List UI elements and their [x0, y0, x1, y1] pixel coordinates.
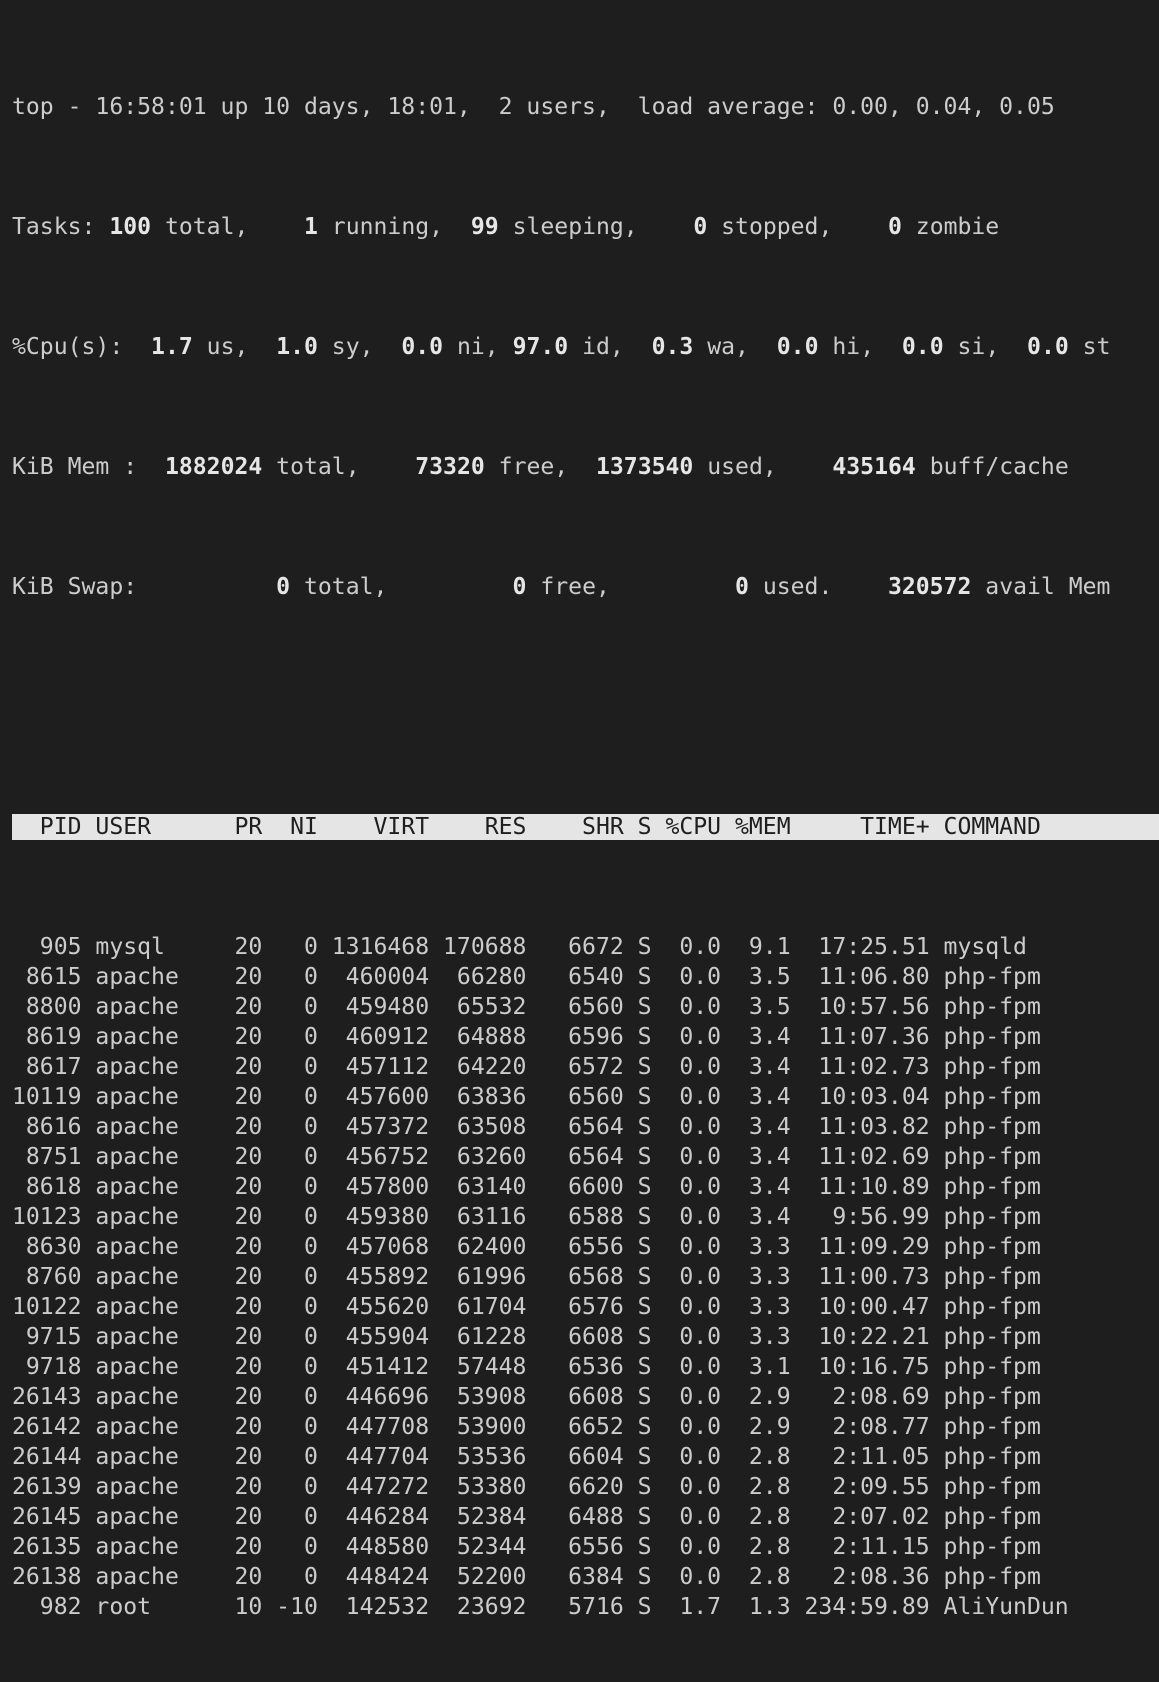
cpu-us-label: us,: [192, 334, 277, 360]
process-table-body: 905 mysql 20 0 1316468 170688 6672 S 0.0…: [12, 932, 1152, 1622]
tasks-zombie: 0: [887, 214, 902, 240]
process-row: 8616 apache 20 0 457372 63508 6564 S 0.0…: [12, 1114, 1041, 1140]
mem-buff-label: buff/cache: [915, 454, 1069, 480]
tasks-sleeping: 99: [470, 214, 499, 240]
process-row: 26145 apache 20 0 446284 52384 6488 S 0.…: [12, 1504, 1041, 1530]
process-row: 9715 apache 20 0 455904 61228 6608 S 0.0…: [12, 1324, 1041, 1350]
swap-used: 0: [735, 574, 749, 600]
tasks-line: Tasks: 100 total, 1 running, 99 sleeping…: [12, 212, 1152, 242]
tasks-running-label: running,: [317, 214, 471, 240]
tasks-label: Tasks:: [12, 214, 110, 240]
process-row: 982 root 10 -10 142532 23692 5716 S 1.7 …: [12, 1594, 1069, 1620]
cpu-id-label: id,: [568, 334, 652, 360]
tasks-total: 100: [109, 214, 152, 240]
mem-buff: 435164: [832, 454, 916, 480]
cpu-hi: 0.0: [776, 334, 819, 360]
swap-free-label: free,: [526, 574, 736, 600]
swap-line: KiB Swap: 0 total, 0 free, 0 used. 32057…: [12, 572, 1152, 602]
tasks-stopped-label: stopped,: [707, 214, 888, 240]
swap-used-label: used.: [748, 574, 888, 600]
tasks-stopped: 0: [693, 214, 708, 240]
tasks-sleeping-label: sleeping,: [498, 214, 694, 240]
mem-total-label: total,: [262, 454, 416, 480]
process-row: 10123 apache 20 0 459380 63116 6588 S 0.…: [12, 1204, 1041, 1230]
mem-line: KiB Mem : 1882024 total, 73320 free, 137…: [12, 452, 1152, 482]
process-row: 8800 apache 20 0 459480 65532 6560 S 0.0…: [12, 994, 1041, 1020]
process-row: 8615 apache 20 0 460004 66280 6540 S 0.0…: [12, 964, 1041, 990]
process-row: 26144 apache 20 0 447704 53536 6604 S 0.…: [12, 1444, 1041, 1470]
mem-label: KiB Mem :: [12, 454, 165, 480]
cpu-ni-label: ni,: [443, 334, 513, 360]
uptime-text: top - 16:58:01 up 10 days, 18:01, 2 user…: [12, 94, 1055, 120]
cpu-st-label: st: [1068, 334, 1111, 360]
uptime-line: top - 16:58:01 up 10 days, 18:01, 2 user…: [12, 92, 1152, 122]
cpu-line: %Cpu(s): 1.7 us, 1.0 sy, 0.0 ni, 97.0 id…: [12, 332, 1152, 362]
process-row: 26142 apache 20 0 447708 53900 6652 S 0.…: [12, 1414, 1041, 1440]
cpu-wa-label: wa,: [693, 334, 777, 360]
cpu-hi-label: hi,: [818, 334, 902, 360]
process-row: 26138 apache 20 0 448424 52200 6384 S 0.…: [12, 1564, 1041, 1590]
mem-used-label: used,: [693, 454, 833, 480]
swap-total-label: total,: [290, 574, 513, 600]
process-row: 10119 apache 20 0 457600 63836 6560 S 0.…: [12, 1084, 1041, 1110]
process-row: 8760 apache 20 0 455892 61996 6568 S 0.0…: [12, 1264, 1041, 1290]
process-row: 26135 apache 20 0 448580 52344 6556 S 0.…: [12, 1534, 1041, 1560]
cpu-si-label: si,: [943, 334, 1028, 360]
tasks-zombie-label: zombie: [901, 214, 1000, 240]
swap-free: 0: [512, 574, 527, 600]
tasks-total-label: total,: [151, 214, 304, 240]
swap-total: 0: [276, 574, 291, 600]
swap-avail: 320572: [887, 574, 972, 600]
mem-free-label: free,: [484, 454, 596, 480]
swap-avail-label: avail Mem: [971, 574, 1111, 600]
cpu-ni: 0.0: [401, 334, 444, 360]
process-row: 8619 apache 20 0 460912 64888 6596 S 0.0…: [12, 1024, 1041, 1050]
swap-label: KiB Swap:: [12, 574, 277, 600]
top-output: top - 16:58:01 up 10 days, 18:01, 2 user…: [12, 2, 1159, 1682]
process-row: 8617 apache 20 0 457112 64220 6572 S 0.0…: [12, 1054, 1041, 1080]
process-table-header: PID USER PR NI VIRT RES SHR S %CPU %MEM …: [12, 814, 1159, 840]
process-row: 8630 apache 20 0 457068 62400 6556 S 0.0…: [12, 1234, 1041, 1260]
process-row: 8618 apache 20 0 457800 63140 6600 S 0.0…: [12, 1174, 1041, 1200]
process-row: 26143 apache 20 0 446696 53908 6608 S 0.…: [12, 1384, 1041, 1410]
cpu-st: 0.0: [1027, 334, 1069, 360]
process-row: 9718 apache 20 0 451412 57448 6536 S 0.0…: [12, 1354, 1041, 1380]
mem-free: 73320: [415, 454, 485, 480]
process-row: 905 mysql 20 0 1316468 170688 6672 S 0.0…: [12, 934, 1027, 960]
process-row: 26139 apache 20 0 447272 53380 6620 S 0.…: [12, 1474, 1041, 1500]
cpu-wa: 0.3: [651, 334, 694, 360]
process-row: 10122 apache 20 0 455620 61704 6576 S 0.…: [12, 1294, 1041, 1320]
mem-total: 1882024: [164, 454, 263, 480]
tasks-running: 1: [304, 214, 318, 240]
cpu-sy: 1.0: [276, 334, 318, 360]
cpu-sy-label: sy,: [317, 334, 402, 360]
terminal-window: { "summary": { "line1": { "prefix": "top…: [0, 0, 1159, 1620]
cpu-id: 97.0: [512, 334, 569, 360]
cpu-si: 0.0: [901, 334, 944, 360]
cpu-label: %Cpu(s):: [12, 334, 152, 360]
mem-used: 1373540: [596, 454, 694, 480]
process-row: 8751 apache 20 0 456752 63260 6564 S 0.0…: [12, 1144, 1041, 1170]
cpu-us: 1.7: [151, 334, 193, 360]
